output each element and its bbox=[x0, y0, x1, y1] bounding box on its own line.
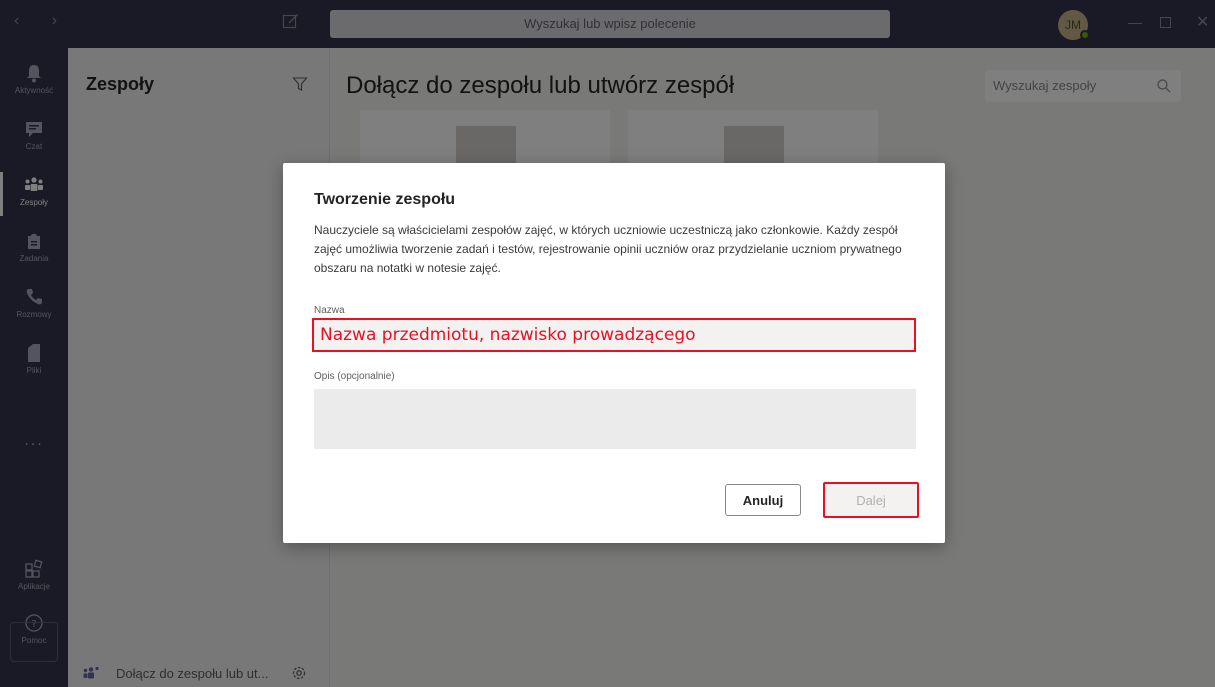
team-description-field[interactable] bbox=[314, 389, 916, 449]
cancel-button[interactable]: Anuluj bbox=[725, 484, 801, 516]
create-team-dialog: Tworzenie zespołu Nauczyciele są właścic… bbox=[283, 163, 945, 543]
dialog-description: Nauczyciele są właścicielami zespołów za… bbox=[314, 223, 902, 275]
team-name-field[interactable]: Nazwa przedmiotu, nazwisko prowadzącego bbox=[312, 318, 916, 352]
name-label: Nazwa bbox=[314, 305, 345, 316]
next-button[interactable]: Dalej bbox=[823, 482, 919, 518]
dialog-title: Tworzenie zespołu bbox=[314, 191, 456, 208]
description-label: Opis (opcjonalnie) bbox=[314, 371, 395, 382]
